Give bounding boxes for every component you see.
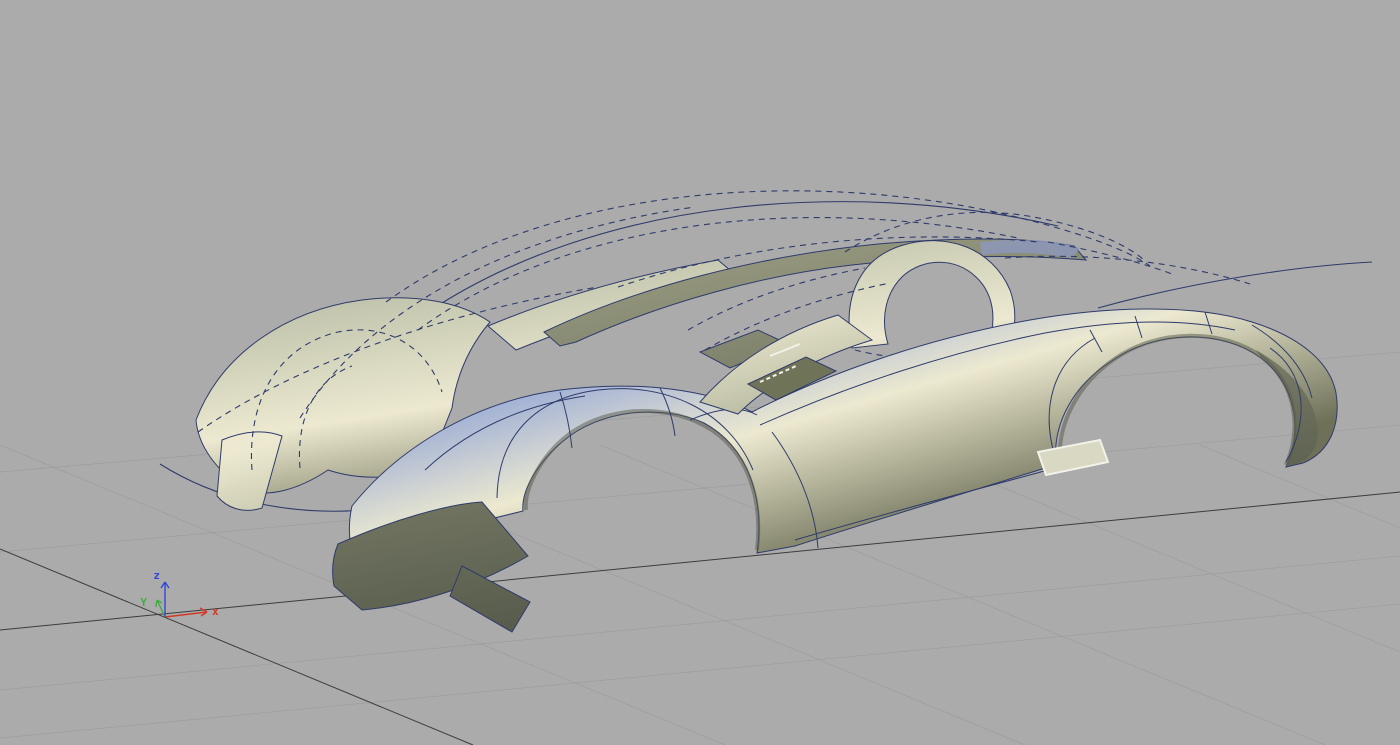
viewport-background [0, 0, 1400, 745]
viewport-3d[interactable]: x Y z [0, 0, 1400, 745]
axis-y-label: Y [140, 596, 147, 609]
viewport-canvas[interactable]: x Y z [0, 0, 1400, 745]
axis-x-label: x [212, 605, 219, 618]
axis-z-label: z [153, 569, 160, 582]
